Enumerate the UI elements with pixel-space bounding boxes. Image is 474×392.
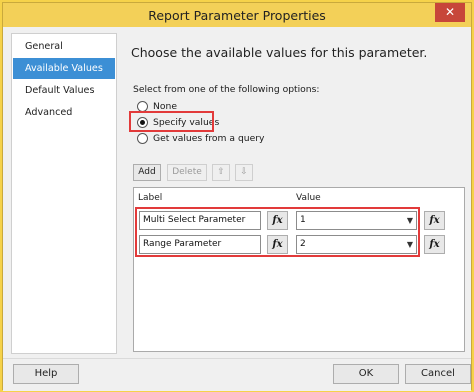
- dialog-window: Report Parameter Properties ✕ General Av…: [2, 2, 472, 391]
- move-down-icon[interactable]: ⇩: [235, 164, 253, 181]
- title-bar[interactable]: Report Parameter Properties ✕: [3, 3, 471, 27]
- value-select-row-1[interactable]: 1 ▼: [296, 211, 417, 230]
- values-grid: Label Value Multi Select Parameter fx 1 …: [133, 187, 465, 352]
- option-query-label: Get values from a query: [153, 132, 265, 144]
- close-button[interactable]: ✕: [435, 3, 465, 22]
- delete-button[interactable]: Delete: [167, 164, 207, 181]
- column-header-value: Value: [296, 193, 321, 203]
- nav-item-default-values[interactable]: Default Values: [13, 80, 115, 101]
- nav-item-general[interactable]: General: [13, 36, 115, 57]
- chevron-down-icon[interactable]: ▼: [407, 212, 413, 229]
- window-title: Report Parameter Properties: [148, 8, 326, 23]
- option-query[interactable]: Get values from a query: [137, 131, 264, 145]
- label-input-row-1[interactable]: Multi Select Parameter: [139, 211, 261, 230]
- options-instruction: Select from one of the following options…: [133, 84, 320, 95]
- highlight-specify-values: [129, 111, 214, 132]
- move-up-icon[interactable]: ⇧: [212, 164, 230, 181]
- cancel-button[interactable]: Cancel: [405, 364, 471, 384]
- value-row-2: 2: [300, 239, 306, 249]
- fx-icon[interactable]: fx: [424, 211, 445, 230]
- value-row-1: 1: [300, 215, 306, 225]
- main-panel: Choose the available values for this par…: [123, 33, 467, 354]
- label-input-row-2[interactable]: Range Parameter: [139, 235, 261, 254]
- column-header-label: Label: [138, 193, 163, 203]
- nav-item-advanced[interactable]: Advanced: [13, 102, 115, 123]
- radio-query[interactable]: [137, 132, 148, 144]
- dialog-footer: Help OK Cancel: [3, 358, 471, 391]
- chevron-down-icon[interactable]: ▼: [407, 236, 413, 253]
- help-button[interactable]: Help: [13, 364, 79, 384]
- add-button[interactable]: Add: [133, 164, 161, 181]
- value-select-row-2[interactable]: 2 ▼: [296, 235, 417, 254]
- nav-item-available-values[interactable]: Available Values: [13, 58, 115, 79]
- option-none-label: None: [153, 100, 177, 112]
- fx-icon[interactable]: fx: [267, 211, 288, 230]
- fx-icon[interactable]: fx: [424, 235, 445, 254]
- fx-icon[interactable]: fx: [267, 235, 288, 254]
- ok-button[interactable]: OK: [333, 364, 399, 384]
- page-heading: Choose the available values for this par…: [131, 45, 428, 60]
- radio-none[interactable]: [137, 100, 148, 112]
- sidebar-nav: General Available Values Default Values …: [11, 33, 117, 354]
